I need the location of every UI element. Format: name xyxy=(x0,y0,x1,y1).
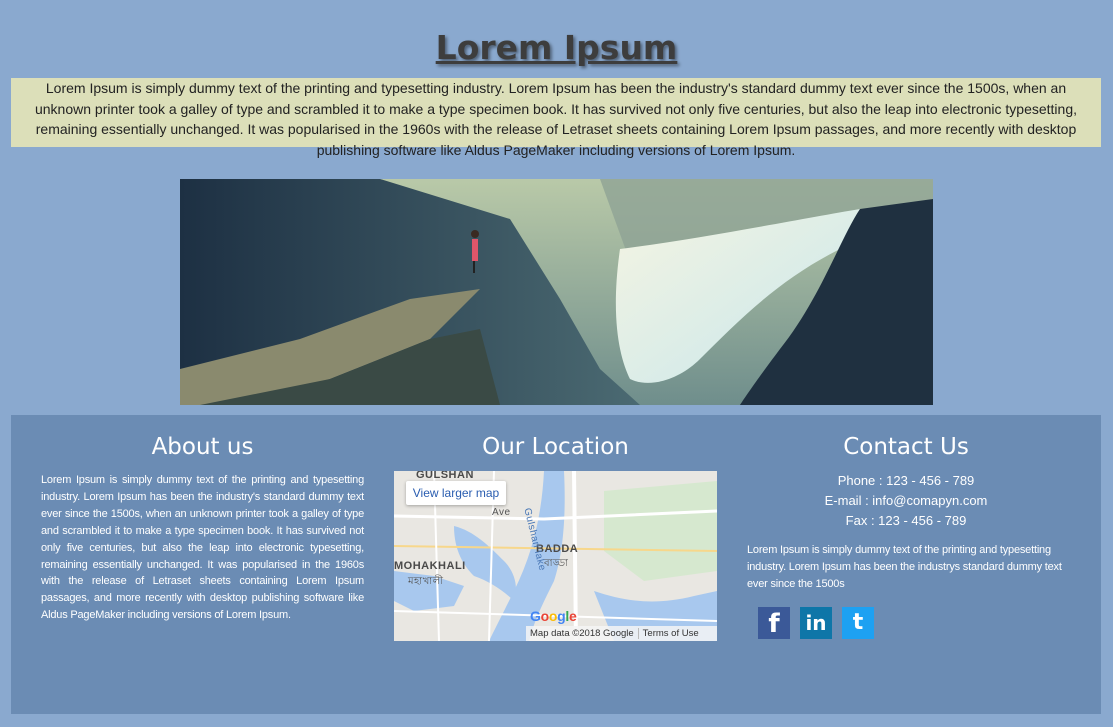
about-text: Lorem Ipsum is simply dummy text of the … xyxy=(41,474,364,622)
location-heading: Our Location xyxy=(482,434,629,460)
landscape-photo xyxy=(180,179,933,405)
facebook-icon[interactable]: f xyxy=(758,607,790,639)
hero-image xyxy=(180,179,933,405)
contact-heading: Contact Us xyxy=(843,434,969,460)
twitter-icon[interactable]: t xyxy=(842,607,874,639)
map-label-avenue: Ave xyxy=(492,507,511,518)
location-map[interactable]: View larger map GULSHAN Ave BADDA বাড্ডা… xyxy=(394,471,717,641)
contact-email: E-mail : info@comapyn.com xyxy=(824,493,988,508)
footer-section: About us Lorem Ipsum is simply dummy tex… xyxy=(11,415,1101,714)
contact-fax: Fax : 123 - 456 - 789 xyxy=(845,513,967,528)
contact-phone: Phone : 123 - 456 - 789 xyxy=(837,473,975,488)
about-heading: About us xyxy=(151,434,254,460)
google-logo: Google xyxy=(530,608,577,624)
contact-text: Lorem Ipsum is simply dummy text of the … xyxy=(747,544,1062,590)
page-title: Lorem Ipsum xyxy=(435,28,678,67)
linkedin-icon[interactable]: in xyxy=(800,607,832,639)
map-label-badda-bn: বাড্ডা xyxy=(544,558,569,569)
terms-of-use-link[interactable]: Terms of Use xyxy=(637,628,703,639)
map-data-text: Map data ©2018 Google xyxy=(530,628,634,639)
map-label-mohakhali: MOHAKHALI xyxy=(394,560,466,572)
map-attribution: Map data ©2018 Google Terms of Use xyxy=(526,626,717,641)
view-larger-map-button[interactable]: View larger map xyxy=(406,481,506,505)
intro-paragraph: Lorem Ipsum is simply dummy text of the … xyxy=(11,78,1101,158)
map-label-mohakhali-bn: মহাখালী xyxy=(408,576,444,587)
map-label-gulshan: GULSHAN xyxy=(416,471,474,481)
